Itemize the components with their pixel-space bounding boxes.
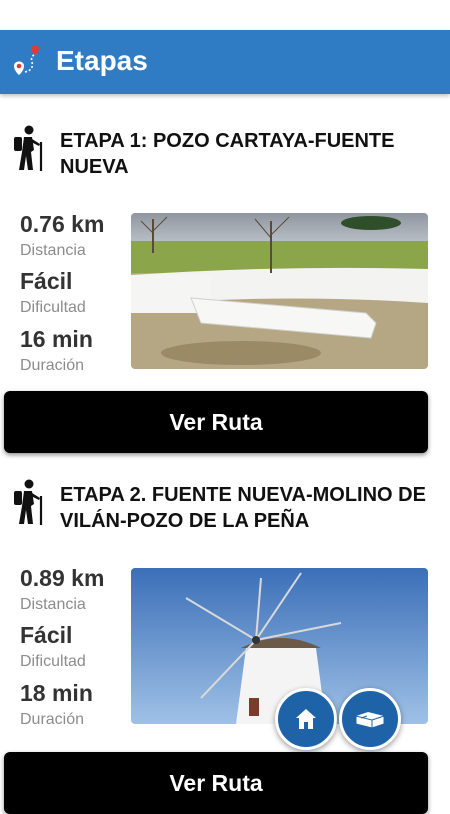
distance-label: Distancia (20, 596, 86, 613)
stage-title: ETAPA 2. FUENTE NUEVA-MOLINO DE VILÁN-PO… (60, 484, 426, 532)
app-header: Etapas (0, 30, 450, 94)
hiker-icon (14, 479, 43, 525)
map-button[interactable] (339, 688, 401, 750)
duration-label: Duración (20, 357, 85, 374)
hiker-icon (14, 125, 43, 171)
home-button[interactable] (275, 688, 337, 750)
difficulty-label: Dificultad (20, 299, 86, 316)
view-route-button[interactable]: Ver Ruta (4, 752, 428, 814)
distance-value: 0.76 km (20, 211, 105, 237)
duration-value: 16 min (20, 326, 93, 352)
difficulty-value: Fácil (20, 268, 73, 294)
stage-title: ETAPA 1: POZO CARTAYA-FUENTE NUEVA (60, 130, 395, 178)
duration-label: Duración (20, 711, 85, 728)
view-route-button[interactable]: Ver Ruta (4, 391, 428, 453)
home-icon (296, 709, 316, 729)
page-title: Etapas (56, 45, 148, 76)
map-icon (355, 712, 385, 729)
difficulty-value: Fácil (20, 622, 73, 648)
route-pin-icon (14, 45, 39, 75)
distance-label: Distancia (20, 242, 86, 259)
duration-value: 18 min (20, 680, 93, 706)
difficulty-label: Dificultad (20, 653, 86, 670)
stage-photo (131, 213, 428, 369)
distance-value: 0.89 km (20, 565, 105, 591)
